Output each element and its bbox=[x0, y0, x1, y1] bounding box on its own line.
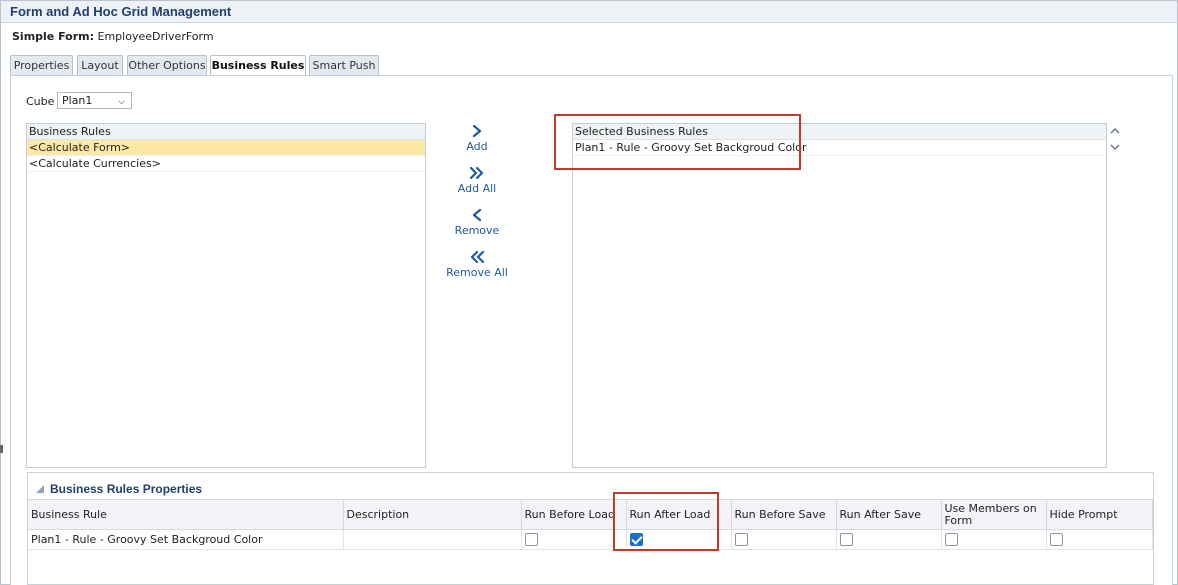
tab-properties[interactable]: Properties bbox=[10, 55, 73, 76]
use-members-on-form-cell bbox=[941, 529, 1047, 550]
column-header[interactable]: Description bbox=[343, 499, 522, 530]
description-cell[interactable] bbox=[343, 529, 522, 550]
run-after-load-checkbox[interactable] bbox=[629, 533, 643, 547]
business-rules-properties-panel: Business Rules Properties Business Rule … bbox=[27, 472, 1154, 585]
column-header[interactable]: Use Members on Form bbox=[941, 499, 1047, 530]
run-before-load-checkbox[interactable] bbox=[524, 533, 538, 547]
double-chevron-left-icon bbox=[437, 250, 517, 266]
tab-other-options[interactable]: Other Options bbox=[127, 55, 207, 76]
form-type-label: Simple Form: bbox=[12, 30, 95, 43]
properties-title: Business Rules Properties bbox=[50, 482, 203, 496]
column-header[interactable]: Run Before Save bbox=[731, 499, 837, 530]
run-before-save-checkbox[interactable] bbox=[734, 533, 748, 547]
splitter-handle[interactable] bbox=[0, 445, 3, 453]
add-button[interactable]: Add bbox=[437, 124, 517, 153]
available-rules-header: Business Rules bbox=[27, 124, 425, 140]
list-item[interactable]: <Calculate Currencies> bbox=[27, 156, 425, 172]
hide-prompt-cell bbox=[1046, 529, 1153, 550]
remove-all-button[interactable]: Remove All bbox=[437, 250, 517, 279]
add-button-label: Add bbox=[466, 140, 488, 153]
list-item[interactable]: <Calculate Form> bbox=[27, 140, 425, 156]
tab-smart-push[interactable]: Smart Push bbox=[309, 55, 379, 76]
run-after-save-checkbox[interactable] bbox=[839, 533, 853, 547]
properties-table: Business Rule Description Run Before Loa… bbox=[28, 499, 1153, 550]
list-item[interactable]: Plan1 - Rule - Groovy Set Backgroud Colo… bbox=[573, 140, 1106, 156]
column-header[interactable]: Hide Prompt bbox=[1046, 499, 1153, 530]
window-title: Form and Ad Hoc Grid Management bbox=[10, 4, 232, 19]
remove-all-button-label: Remove All bbox=[446, 266, 508, 279]
table-row: Plan1 - Rule - Groovy Set Backgroud Colo… bbox=[28, 529, 1153, 550]
move-down-icon[interactable] bbox=[1108, 140, 1122, 154]
run-before-load-cell bbox=[521, 529, 627, 550]
hide-prompt-checkbox[interactable] bbox=[1049, 533, 1063, 547]
chevron-left-icon bbox=[437, 208, 517, 224]
run-before-save-cell bbox=[731, 529, 837, 550]
tab-layout[interactable]: Layout bbox=[77, 55, 123, 76]
cube-select-value: Plan1 bbox=[62, 94, 93, 107]
remove-button[interactable]: Remove bbox=[437, 208, 517, 237]
run-after-load-cell bbox=[626, 529, 732, 550]
collapse-icon[interactable] bbox=[36, 485, 44, 493]
available-rules-list[interactable]: Business Rules <Calculate Form> <Calcula… bbox=[26, 123, 426, 468]
title-bar: Form and Ad Hoc Grid Management bbox=[1, 1, 1177, 23]
add-all-button[interactable]: Add All bbox=[437, 166, 517, 195]
column-header[interactable]: Run After Load bbox=[626, 499, 732, 530]
selected-rules-header: Selected Business Rules bbox=[573, 124, 1106, 140]
column-header[interactable]: Run After Save bbox=[836, 499, 942, 530]
chevron-right-icon bbox=[437, 124, 517, 140]
add-all-button-label: Add All bbox=[457, 182, 497, 195]
cube-label: Cube bbox=[26, 95, 55, 108]
double-chevron-right-icon bbox=[437, 166, 517, 182]
table-header-row: Business Rule Description Run Before Loa… bbox=[28, 499, 1153, 530]
form-name-label: Simple Form: EmployeeDriverForm bbox=[12, 30, 214, 43]
form-name: EmployeeDriverForm bbox=[97, 30, 214, 43]
move-up-icon[interactable] bbox=[1108, 124, 1122, 138]
rule-name-cell: Plan1 - Rule - Groovy Set Backgroud Colo… bbox=[28, 529, 344, 550]
use-members-on-form-checkbox[interactable] bbox=[944, 533, 958, 547]
run-after-save-cell bbox=[836, 529, 942, 550]
cube-select[interactable]: Plan1 ⌵ bbox=[57, 92, 132, 109]
chevron-down-icon: ⌵ bbox=[118, 97, 125, 107]
tab-business-rules[interactable]: Business Rules bbox=[210, 55, 306, 77]
remove-button-label: Remove bbox=[454, 224, 500, 237]
column-header[interactable]: Business Rule bbox=[28, 499, 344, 530]
column-header[interactable]: Run Before Load bbox=[521, 499, 627, 530]
selected-rules-list[interactable]: Selected Business Rules Plan1 - Rule - G… bbox=[572, 123, 1107, 468]
